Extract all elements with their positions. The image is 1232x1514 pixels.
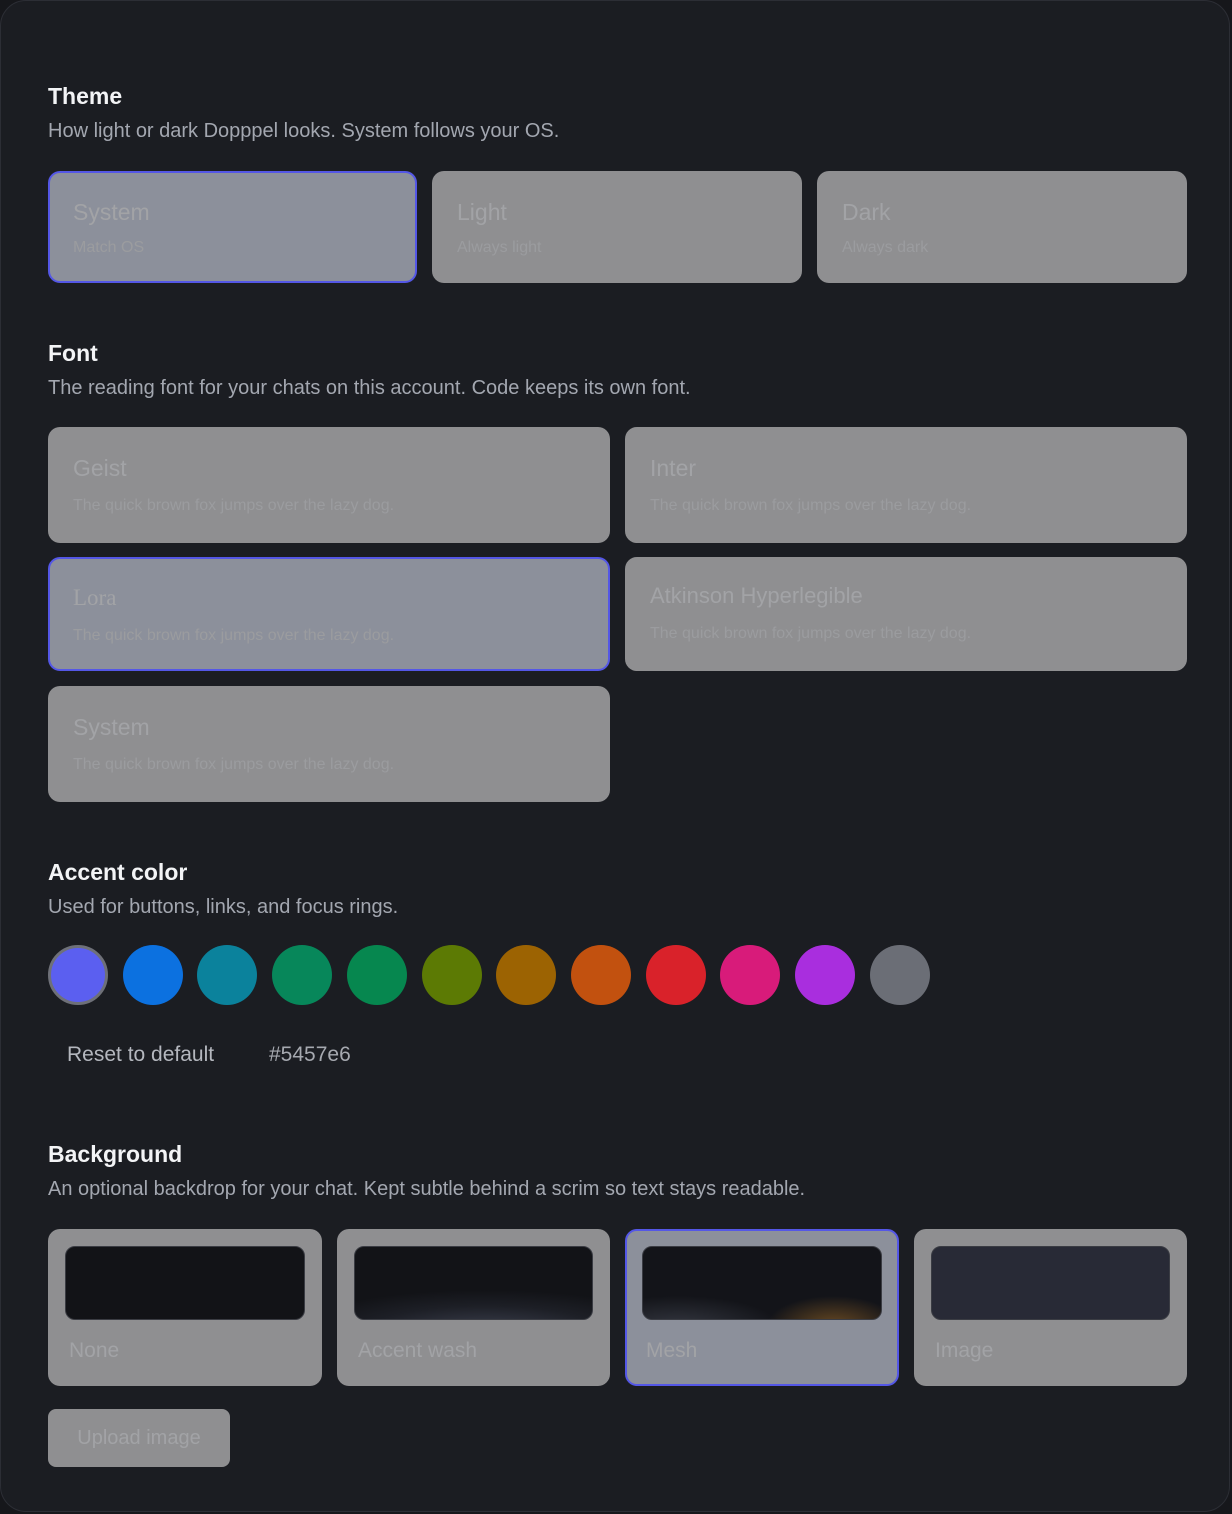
font-option-label: Atkinson Hyperlegible (650, 583, 863, 608)
background-option-label: Image (935, 1339, 994, 1362)
background-option-label: None (69, 1339, 120, 1362)
background-option-label: Mesh (646, 1339, 698, 1362)
background-preview-accent-wash (354, 1246, 593, 1320)
accent-swatch[interactable] (122, 945, 183, 1005)
theme-option-label: Light (457, 199, 507, 225)
accent-swatch[interactable] (346, 945, 407, 1005)
font-option-label: Lora (73, 585, 117, 610)
font-option-atkinson-hyperlegible[interactable]: Atkinson Hyperlegible The quick brown fo… (625, 557, 1187, 671)
font-section: Font The reading font for your chats on … (48, 339, 691, 401)
background-preview-mesh (642, 1246, 882, 1320)
theme-option-label: Dark (842, 199, 891, 225)
accent-description: Used for buttons, links, and focus rings… (48, 896, 399, 918)
background-heading: Background (48, 1141, 183, 1167)
accent-swatch[interactable] (272, 945, 333, 1005)
background-section: Background An optional backdrop for your… (48, 1140, 805, 1202)
font-option-label: Geist (73, 455, 127, 481)
accent-section: Accent color Used for buttons, links, an… (48, 858, 398, 920)
font-description: The reading font for your chats on this … (48, 377, 691, 399)
accent-swatch[interactable] (645, 945, 706, 1005)
font-option-sample: The quick brown fox jumps over the lazy … (650, 497, 972, 514)
accent-swatch[interactable] (795, 945, 855, 1005)
font-option-sample: The quick brown fox jumps over the lazy … (73, 627, 395, 644)
font-option-geist[interactable]: Geist The quick brown fox jumps over the… (48, 427, 610, 543)
font-option-sample: The quick brown fox jumps over the lazy … (73, 497, 395, 514)
accent-swatch[interactable] (720, 945, 781, 1005)
accent-swatch[interactable] (496, 945, 557, 1005)
theme-heading: Theme (48, 83, 123, 109)
background-option-image[interactable]: Image (914, 1229, 1187, 1386)
accent-swatch[interactable] (48, 945, 108, 1005)
theme-option-light[interactable]: Light Always light (432, 171, 802, 283)
background-preview-image (931, 1246, 1170, 1320)
accent-swatch[interactable] (570, 945, 631, 1005)
font-option-lora[interactable]: Lora The quick brown fox jumps over the … (48, 557, 610, 671)
theme-option-label: System (73, 199, 150, 225)
font-heading: Font (48, 340, 98, 366)
upload-image-button[interactable]: Upload image (48, 1409, 230, 1467)
theme-option-system[interactable]: System Match OS (48, 171, 417, 283)
accent-heading: Accent color (48, 859, 188, 885)
font-option-label: Inter (650, 455, 697, 481)
appearance-settings-panel: Theme How light or dark Dopppel looks. S… (0, 0, 1230, 1512)
accent-swatch[interactable] (421, 945, 482, 1005)
theme-description: How light or dark Dopppel looks. System … (48, 120, 560, 142)
font-option-sample: The quick brown fox jumps over the lazy … (73, 756, 395, 773)
accent-hex-value: #5457e6 (269, 1043, 351, 1066)
background-preview-none (65, 1246, 305, 1320)
background-description: An optional backdrop for your chat. Kept… (48, 1178, 806, 1200)
theme-option-dark[interactable]: Dark Always dark (817, 171, 1187, 283)
theme-option-sub: Match OS (73, 239, 145, 256)
accent-swatch[interactable] (869, 945, 930, 1005)
background-option-label: Accent wash (358, 1339, 478, 1362)
font-option-inter[interactable]: Inter The quick brown fox jumps over the… (625, 427, 1187, 543)
font-option-sample: The quick brown fox jumps over the lazy … (650, 625, 972, 642)
background-option-none[interactable]: None (48, 1229, 322, 1386)
background-option-accent-wash[interactable]: Accent wash (337, 1229, 610, 1386)
theme-option-sub: Always light (457, 239, 542, 256)
font-option-system[interactable]: System The quick brown fox jumps over th… (48, 686, 610, 802)
theme-option-sub: Always dark (842, 239, 929, 256)
font-option-label: System (73, 714, 150, 740)
background-option-mesh[interactable]: Mesh (625, 1229, 899, 1386)
theme-section: Theme How light or dark Dopppel looks. S… (48, 82, 559, 144)
accent-swatch[interactable] (197, 945, 258, 1005)
reset-to-default-button[interactable]: Reset to default (67, 1043, 214, 1067)
